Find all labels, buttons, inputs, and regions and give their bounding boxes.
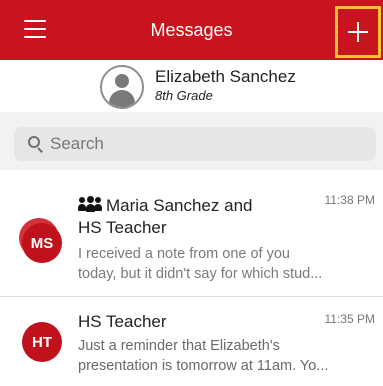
message-time: 11:38 PM bbox=[324, 193, 375, 207]
avatar: HT bbox=[22, 322, 62, 362]
new-message-button[interactable] bbox=[335, 6, 381, 58]
conversation-title: HS Teacher bbox=[78, 312, 167, 331]
message-preview: I received a note from one of you today,… bbox=[78, 244, 368, 284]
plus-icon bbox=[348, 22, 368, 42]
student-selector[interactable]: Elizabeth Sanchez 8th Grade bbox=[0, 60, 383, 109]
message-time: 11:35 PM bbox=[324, 312, 375, 326]
page-title: Messages bbox=[150, 20, 233, 40]
message-preview-line2: presentation is tomorrow at 11am. Yo... bbox=[78, 358, 329, 374]
student-grade: 8th Grade bbox=[155, 88, 213, 103]
avatar: MS bbox=[22, 223, 62, 263]
search-input[interactable] bbox=[50, 134, 350, 154]
conversation-title: Maria Sanchez and HS Teacher bbox=[78, 195, 308, 239]
conversation-item[interactable]: HT HS Teacher 11:35 PM Just a reminder t… bbox=[0, 298, 383, 386]
conversation-item[interactable]: MS Maria Sanchez and HS Teacher 11:38 PM… bbox=[0, 171, 383, 297]
message-preview-line2: today, but it didn't say for which stud.… bbox=[78, 266, 323, 282]
message-preview-line1: I received a note from one of you bbox=[78, 246, 290, 262]
top-app-bar: Messages bbox=[0, 0, 383, 60]
conversation-title-line2: HS Teacher bbox=[78, 218, 167, 237]
message-preview: Just a reminder that Elizabeth's present… bbox=[78, 336, 368, 376]
conversation-title-line1: Maria Sanchez and bbox=[106, 196, 253, 215]
student-name: Elizabeth Sanchez bbox=[155, 67, 296, 86]
search-icon bbox=[28, 136, 44, 153]
message-preview-line1: Just a reminder that Elizabeth's bbox=[78, 338, 280, 354]
group-icon bbox=[78, 196, 102, 212]
search-bar[interactable] bbox=[14, 127, 376, 161]
student-avatar bbox=[100, 65, 144, 109]
